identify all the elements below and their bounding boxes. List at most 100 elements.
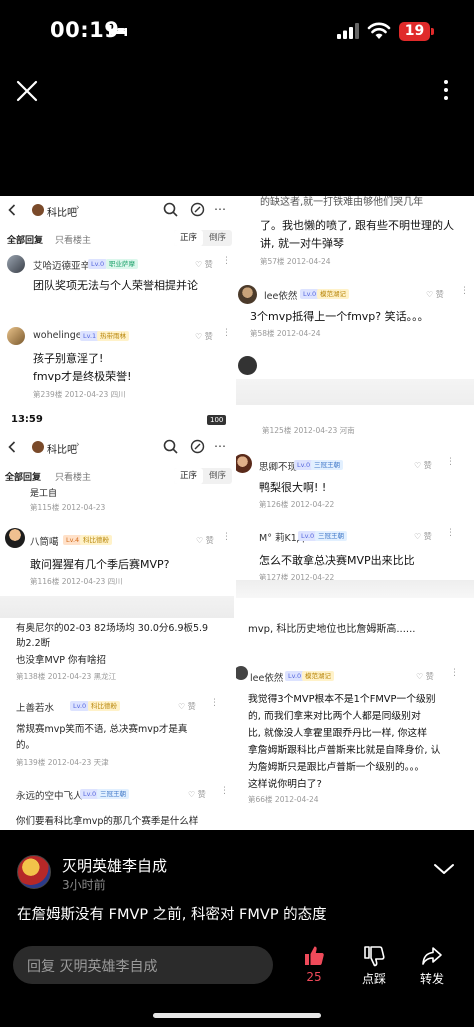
comment-meta: 第125楼 2012-04-23 河南: [262, 426, 355, 435]
comment-more-icon: ⋮: [220, 786, 229, 796]
screenshot-panel-bottom-left: 13:59 100 科比吧 › ⋯ 全部回复 只看楼主 正序 倒序 是工自 第11…: [0, 410, 234, 830]
comment-user: 八筒噶: [30, 537, 59, 548]
comment-text: 孩子别意淫了!: [33, 352, 104, 365]
fan-badge: 三冠王朝: [311, 460, 343, 470]
like-label: ♡ 赞: [178, 702, 196, 711]
comment-more-icon: ⋮: [450, 668, 459, 678]
fan-badge: 职业萨摩: [106, 259, 138, 269]
comment-more-icon: ⋮: [210, 698, 219, 708]
share-icon: [422, 947, 442, 965]
tab-all-replies: 全部回复: [7, 236, 44, 246]
fan-badge: 模范湖记: [317, 289, 349, 299]
post-time: 3小时前: [62, 878, 106, 892]
comment-text: 鸭梨很大啊! !: [259, 481, 327, 494]
comment-user: 永远的空中飞人: [16, 791, 83, 802]
more-icon: ⋯: [214, 202, 226, 216]
signal-icon: [337, 23, 359, 39]
comment-more-icon: ⋮: [446, 528, 455, 538]
share-label: 转发: [419, 972, 444, 986]
sort-desc: 倒序: [209, 233, 227, 243]
sort-asc: 正序: [174, 468, 204, 484]
like-label: ♡ 赞: [195, 260, 213, 269]
fan-badge: 三冠王朝: [97, 789, 129, 799]
user-avatar: [7, 327, 25, 345]
back-arrow-icon: [8, 441, 16, 453]
comment-meta: 第139楼 2012-04-23 天津: [16, 758, 109, 767]
screenshot-panel-top-left: 科比吧 › ⋯ 全部回复 只看楼主 正序 倒序 艾哈迈德亚辛 Lv.0 职业萨摩 …: [0, 196, 234, 408]
battery-indicator: 19: [399, 22, 430, 41]
like-label: ♡ 赞: [426, 290, 444, 299]
post-title: 在詹姆斯没有 FMVP 之前, 科密对 FMVP 的态度: [17, 907, 327, 923]
chevron-right-icon: ›: [76, 440, 80, 450]
comment-meta: 第138楼 2012-04-23 黑龙江: [16, 672, 117, 681]
comment-more-icon: ⋮: [222, 256, 231, 266]
forum-avatar: [32, 441, 44, 453]
comment-text: 也没拿MVP 你有啥招: [16, 655, 106, 666]
comment-meta: 第127楼 2012-04-22: [259, 573, 335, 580]
comment-text: 我觉得3个MVP根本不是1个FMVP一个级别: [248, 694, 436, 705]
dislike-button[interactable]: 点踩: [356, 944, 392, 987]
thumbs-down-icon: [364, 946, 385, 967]
more-icon: ⋯: [214, 439, 226, 453]
comment-text: 讲, 就一对牛弹琴: [260, 237, 344, 250]
user-avatar: [238, 356, 257, 375]
search-icon: [163, 202, 178, 217]
sort-toggle: 正序 倒序: [174, 468, 233, 484]
wifi-icon: [367, 22, 391, 39]
user-avatar: [236, 666, 248, 680]
like-button[interactable]: 25: [298, 944, 330, 984]
edit-icon: [190, 439, 205, 454]
fan-badge: 模范湖记: [302, 671, 334, 681]
comment-more-icon: ⋮: [460, 286, 469, 296]
comment-text: 的, 而我们拿来对比两个人都是同级别对: [248, 711, 421, 722]
comment-text: 你们要看科比拿mvp的那几个赛季是什么样: [16, 816, 199, 827]
level-badge: Lv.0: [88, 259, 108, 269]
comment-meta: 第57楼 2012-04-24: [260, 257, 331, 266]
comment-user: 艾哈迈德亚辛: [33, 261, 91, 272]
level-badge: Lv.0: [70, 701, 90, 711]
inner-status-time: 13:59: [11, 414, 43, 425]
reply-input[interactable]: 回复 灭明英雄李自成: [13, 946, 273, 984]
comment-text: 了。我也懒的喷了, 跟有些不明世理的人: [260, 219, 454, 232]
comment-text: 比, 就像没人拿霍里跟乔丹比一样, 你这样: [248, 728, 428, 739]
like-label: ♡ 赞: [188, 790, 206, 799]
comment-text: 这样说你明白了?: [248, 779, 322, 790]
comment-text-cut: mvp, 科比历史地位也比詹姆斯高......: [248, 624, 416, 635]
close-icon[interactable]: [14, 78, 40, 104]
forum-title: 科比吧: [47, 208, 77, 219]
more-options-icon[interactable]: [436, 78, 456, 102]
comment-meta: 第126楼 2012-04-22: [259, 500, 335, 509]
chevron-down-icon[interactable]: [433, 862, 455, 876]
comment-text: 怎么不敢拿总决赛MVP出来比比: [259, 554, 415, 567]
comment-text: 3个mvp抵得上一个fmvp? 笑话。。。: [250, 310, 429, 323]
blurred-row: [236, 379, 474, 405]
like-label: ♡ 赞: [416, 672, 434, 681]
comment-text-cut: 的缺这者,就一打铁难由够他们哭几年: [260, 197, 424, 208]
comment-more-icon: ⋮: [222, 532, 231, 542]
fan-badge: 热带雨林: [97, 331, 129, 341]
sort-asc: 正序: [174, 230, 204, 246]
comment-text: 敢问猩猩有几个季后赛MVP?: [30, 558, 170, 571]
comment-text: 常规赛mvp笑而不语, 总决赛mvp才是真: [16, 724, 188, 735]
author-avatar[interactable]: [17, 855, 51, 889]
comment-user: wohelinger: [33, 330, 86, 341]
comment-text: 有奥尼尔的02-03 82场场均 30.0分6.9板5.9: [16, 623, 209, 634]
post-image-collage[interactable]: 科比吧 › ⋯ 全部回复 只看楼主 正序 倒序 艾哈迈德亚辛 Lv.0 职业萨摩 …: [0, 196, 474, 830]
user-avatar: [7, 255, 25, 273]
user-avatar: [236, 454, 252, 473]
chevron-right-icon: ›: [76, 203, 80, 213]
comment-text: 团队奖项无法与个人荣誉相提并论: [33, 279, 198, 292]
edit-icon: [190, 202, 205, 217]
tab-owner-only: 只看楼主: [55, 236, 92, 246]
user-avatar: [238, 285, 257, 304]
comment-meta: 第116楼 2012-04-23 四川: [30, 577, 123, 586]
like-label: ♡ 赞: [414, 461, 432, 470]
author-name[interactable]: 灭明英雄李自成: [62, 855, 167, 876]
home-indicator[interactable]: [153, 1013, 321, 1018]
tab-all-replies: 全部回复: [5, 473, 42, 483]
comment-meta: 第66楼 2012-04-24: [248, 795, 319, 804]
share-button[interactable]: 转发: [414, 944, 450, 987]
search-icon: [163, 439, 178, 454]
inner-battery: 100: [207, 415, 227, 425]
comment-user: 上善若水: [16, 703, 55, 714]
